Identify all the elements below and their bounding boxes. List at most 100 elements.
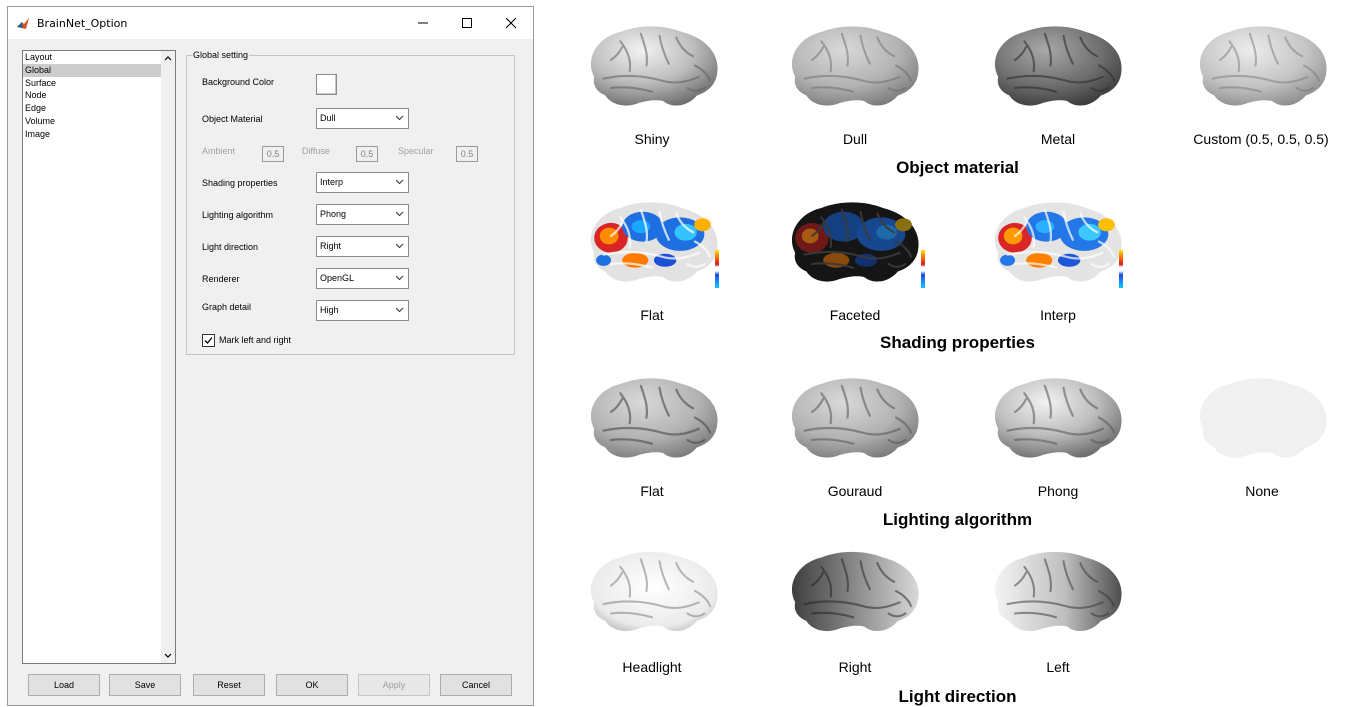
list-item-edge[interactable]: Edge	[23, 102, 162, 115]
renderer-label: Renderer	[202, 274, 240, 284]
caption-direction-headlight: Headlight	[622, 659, 682, 675]
shading-value: Interp	[320, 177, 344, 187]
caption-dull: Dull	[842, 131, 868, 147]
chevron-down-icon	[395, 211, 404, 217]
brain-custom	[1192, 22, 1332, 112]
save-button[interactable]: Save	[109, 674, 181, 696]
background-color-label: Background Color	[202, 77, 275, 87]
reset-button[interactable]: Reset	[193, 674, 265, 696]
global-setting-group: Global setting Background Color Object M…	[186, 50, 515, 355]
brain-shiny	[583, 22, 723, 112]
list-item-image[interactable]: Image	[23, 128, 162, 141]
lighting-select[interactable]: Phong	[316, 204, 409, 225]
checkmark-icon	[204, 337, 213, 344]
caption-lighting-phong: Phong	[1037, 483, 1079, 499]
graph-detail-select[interactable]: High	[316, 300, 409, 321]
window-title: BrainNet_Option	[37, 17, 128, 30]
list-item-volume[interactable]: Volume	[23, 115, 162, 128]
list-item-layout[interactable]: Layout	[23, 51, 162, 64]
colorbar-faceted	[921, 250, 925, 288]
chevron-down-icon	[395, 243, 404, 249]
chevron-down-icon	[395, 275, 404, 281]
maximize-icon	[462, 18, 472, 28]
list-scrollbar[interactable]	[161, 51, 175, 663]
apply-button[interactable]: Apply	[358, 674, 430, 696]
caption-lighting-gouraud: Gouraud	[827, 483, 883, 499]
brain-shading-flat	[583, 197, 723, 289]
brain-direction-headlight	[583, 545, 723, 640]
object-material-select[interactable]: Dull	[316, 108, 409, 129]
screen: BrainNet_Option Layout Global Surface No…	[0, 0, 1349, 707]
brain-lighting-none	[1192, 373, 1332, 465]
group-title: Global setting	[192, 50, 250, 60]
diffuse-field[interactable]: 0.5	[356, 146, 378, 162]
close-icon	[505, 17, 517, 29]
section-title-object-material: Object material	[896, 158, 1019, 177]
brain-lighting-phong	[987, 373, 1127, 465]
renderer-value: OpenGL	[320, 273, 355, 283]
close-button[interactable]	[489, 7, 533, 39]
caption-shiny: Shiny	[634, 131, 670, 147]
specular-label: Specular	[398, 146, 434, 156]
chevron-down-icon	[395, 179, 404, 185]
caption-shading-faceted: Faceted	[829, 307, 881, 323]
caption-custom: Custom (0.5, 0.5, 0.5)	[1193, 131, 1329, 147]
caption-shading-flat: Flat	[640, 307, 664, 323]
list-item-global[interactable]: Global	[23, 63, 162, 77]
brain-direction-right	[784, 545, 924, 640]
caption-lighting-flat: Flat	[640, 483, 664, 499]
caption-metal: Metal	[1040, 131, 1076, 147]
scroll-down-button[interactable]	[161, 649, 175, 663]
lighting-label: Lighting algorithm	[202, 210, 274, 220]
brain-lighting-flat	[583, 373, 723, 465]
light-direction-value: Right	[320, 241, 342, 251]
matlab-app-icon	[16, 16, 30, 30]
minimize-button[interactable]	[401, 7, 445, 39]
title-bar[interactable]: BrainNet_Option	[8, 7, 533, 39]
graph-detail-label: Graph detail	[202, 302, 252, 312]
brain-lighting-gouraud	[784, 373, 924, 465]
chevron-down-icon	[395, 115, 404, 121]
list-item-node[interactable]: Node	[23, 89, 162, 102]
cancel-button[interactable]: Cancel	[440, 674, 512, 696]
category-listbox[interactable]: Layout Global Surface Node Edge Volume I…	[22, 50, 176, 664]
diffuse-label: Diffuse	[302, 146, 330, 156]
brain-shading-faceted	[784, 197, 924, 289]
graph-detail-value: High	[320, 305, 339, 315]
load-button[interactable]: Load	[28, 674, 100, 696]
ok-button[interactable]: OK	[276, 674, 348, 696]
caption-direction-left: Left	[1046, 659, 1070, 675]
scroll-up-button[interactable]	[161, 51, 175, 65]
lighting-value: Phong	[320, 209, 347, 219]
specular-field[interactable]: 0.5	[456, 146, 478, 162]
background-color-button[interactable]	[316, 74, 337, 95]
light-direction-select[interactable]: Right	[316, 236, 409, 257]
ambient-field[interactable]: 0.5	[262, 146, 284, 162]
scroll-down-icon	[164, 653, 172, 658]
brain-direction-left	[987, 545, 1127, 640]
caption-shading-interp: Interp	[1040, 307, 1076, 323]
mark-left-right-checkbox[interactable]	[202, 334, 215, 347]
section-title-light-direction: Light direction	[898, 687, 1017, 706]
caption-direction-right: Right	[838, 659, 872, 675]
colorbar-flat	[715, 250, 719, 288]
colorbar-interp	[1119, 250, 1123, 288]
object-material-label: Object Material	[202, 114, 263, 124]
list-item-surface[interactable]: Surface	[23, 77, 162, 90]
brain-metal	[987, 22, 1127, 112]
object-material-value: Dull	[320, 113, 336, 123]
renderer-select[interactable]: OpenGL	[316, 268, 409, 289]
brain-dull	[784, 22, 924, 112]
scroll-up-icon	[164, 56, 172, 61]
section-title-lighting-algorithm: Lighting algorithm	[882, 510, 1033, 529]
maximize-button[interactable]	[445, 7, 489, 39]
section-title-shading-properties: Shading properties	[880, 333, 1035, 352]
mark-left-right-label: Mark left and right	[219, 335, 292, 345]
shading-label: Shading properties	[202, 178, 278, 188]
options-window: BrainNet_Option Layout Global Surface No…	[7, 6, 534, 706]
minimize-icon	[418, 22, 428, 24]
shading-select[interactable]: Interp	[316, 172, 409, 193]
ambient-label: Ambient	[202, 146, 236, 156]
chevron-down-icon	[395, 307, 404, 313]
light-direction-label: Light direction	[202, 242, 259, 252]
